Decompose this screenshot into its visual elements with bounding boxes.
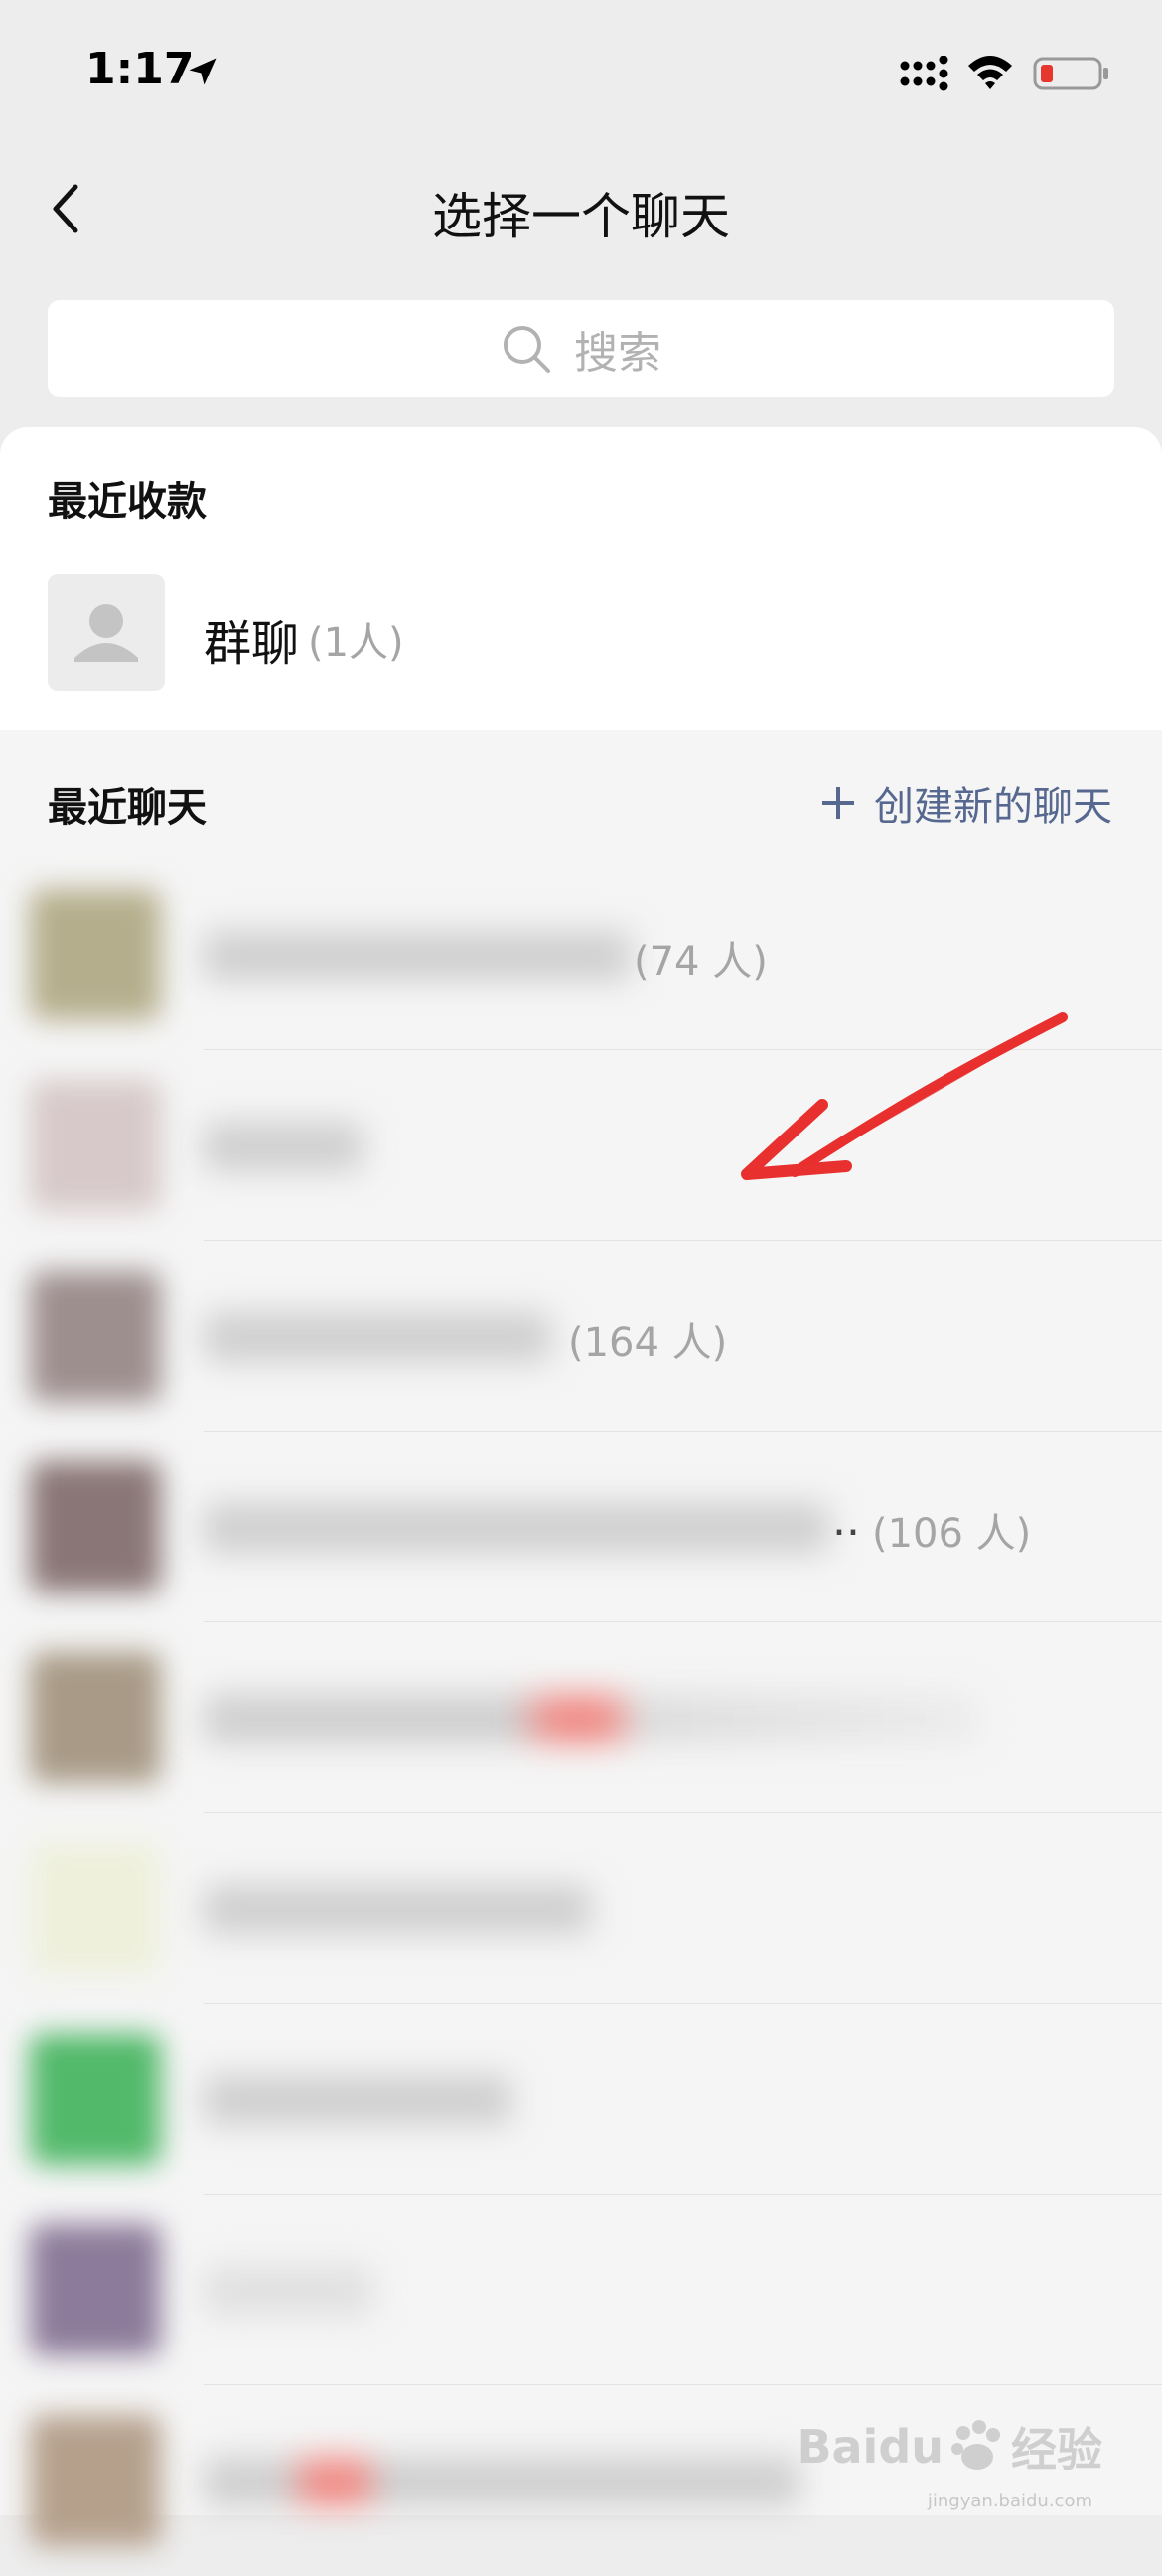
red-arrow-annotation-icon <box>741 1012 1068 1180</box>
search-icon <box>504 326 550 373</box>
chat-avatar <box>30 1461 161 1592</box>
group-name: 群聊 <box>204 616 300 672</box>
chat-member-count: (106 人) <box>872 1511 1032 1557</box>
paw-icon <box>951 2420 1000 2470</box>
chat-row[interactable] <box>0 2195 1162 2385</box>
wifi-icon <box>968 56 1012 89</box>
chat-avatar <box>30 1652 161 1783</box>
chat-avatar <box>30 2415 161 2546</box>
chat-avatar <box>30 1271 161 1402</box>
chat-name-redacted <box>204 1312 551 1362</box>
recent-payments-section: 最近收款 群聊 (1人) <box>0 427 1162 730</box>
status-time: 1:17 <box>85 44 195 94</box>
chat-name-redacted <box>204 2266 372 2316</box>
search-input[interactable]: 搜索 <box>48 300 1114 397</box>
status-bar: 1:17 <box>0 0 1162 149</box>
group-member-count: (1人) <box>308 620 404 666</box>
chat-name-redacted <box>204 2457 799 2506</box>
person-placeholder-icon <box>74 604 138 662</box>
search-placeholder: 搜索 <box>574 328 661 379</box>
watermark-url: jingyan.baidu.com <box>927 2491 1092 2511</box>
create-new-chat-button[interactable]: 创建新的聊天 <box>818 774 1112 832</box>
chat-member-count: (74 人) <box>634 939 768 985</box>
chat-name-redacted <box>204 1694 978 1743</box>
chat-row[interactable] <box>0 2004 1162 2195</box>
chat-row[interactable] <box>0 1813 1162 2004</box>
chat-member-count: (164 人) <box>568 1320 728 1366</box>
recent-payments-title: 最近收款 <box>48 479 207 525</box>
location-arrow-icon <box>189 58 217 85</box>
plus-icon <box>822 787 854 819</box>
baidu-watermark: Baidu 经验 <box>797 2414 1102 2480</box>
chat-avatar <box>30 889 161 1020</box>
chat-avatar <box>30 1843 161 1974</box>
chat-name-redacted <box>204 931 631 981</box>
recent-chats-title: 最近聊天 <box>48 785 207 831</box>
chat-avatar <box>30 2224 161 2355</box>
chat-name-redacted <box>204 1503 829 1553</box>
chat-row[interactable]: (164 人) <box>0 1241 1162 1432</box>
chat-avatar <box>30 2034 161 2165</box>
chat-row[interactable] <box>0 1622 1162 1813</box>
chat-avatar <box>30 1080 161 1211</box>
chat-row[interactable]: .. (106 人) <box>0 1432 1162 1622</box>
cellular-signal-icon <box>900 56 948 91</box>
nav-bar: 选择一个聊天 <box>0 149 1162 268</box>
group-avatar <box>48 574 165 691</box>
truncation-ellipsis: .. <box>832 1495 860 1546</box>
watermark-suffix: 经验 <box>1011 2423 1102 2477</box>
chat-name-redacted <box>204 1122 363 1171</box>
chat-name-redacted <box>204 1885 591 1934</box>
battery-icon <box>1033 57 1108 90</box>
recent-chats-section: 最近聊天 创建新的聊天 (74 人) (164 人) .. (106 人) Ba… <box>0 730 1162 2546</box>
create-new-chat-label: 创建新的聊天 <box>874 784 1112 830</box>
chat-name-redacted <box>204 2075 511 2125</box>
watermark-brand: Baidu <box>797 2420 944 2474</box>
page-title: 选择一个聊天 <box>432 188 730 245</box>
